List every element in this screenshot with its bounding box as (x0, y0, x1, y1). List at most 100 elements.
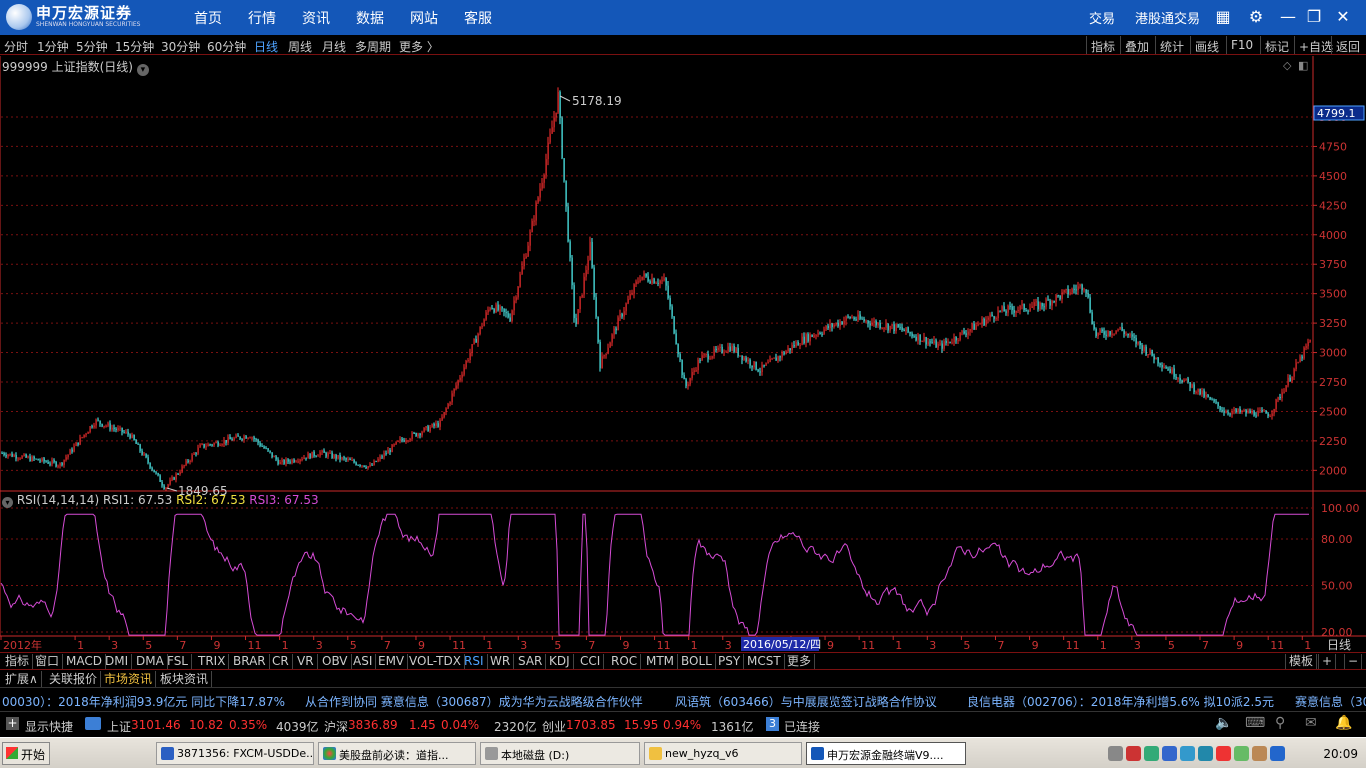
tray-icon[interactable] (1252, 746, 1267, 761)
indicator-tab-mtm[interactable]: MTM (643, 654, 679, 669)
indicator-tab-obv[interactable]: OBV (319, 654, 352, 669)
chart-mini-icon[interactable] (85, 717, 101, 730)
task-terminal[interactable]: 申万宏源金融终端V9.... (806, 742, 966, 765)
indicator-tab--[interactable]: 更多 (784, 654, 816, 669)
indicator-tab-macd[interactable]: MACD (63, 654, 106, 669)
indicator-tab-vol-tdx[interactable]: VOL-TDX (406, 654, 465, 669)
tool-stats[interactable]: 统计 (1155, 36, 1188, 54)
gear-icon[interactable]: ⚙ (1245, 6, 1267, 28)
news-item[interactable]: 良信电器（002706）：2018年净利增5.6% 拟10派2.5元 (967, 693, 1274, 710)
period-30min[interactable]: 30分钟 (161, 38, 200, 55)
indicator-tab-rsi[interactable]: RSI (461, 654, 488, 669)
bell-icon[interactable]: 🔔 (1335, 715, 1352, 731)
tray-icon[interactable] (1162, 746, 1177, 761)
nav-home[interactable]: 首页 (194, 8, 222, 28)
remove-window-button[interactable]: − (1344, 654, 1363, 669)
speaker-icon[interactable]: 🔈 (1215, 715, 1232, 731)
hk-connect-link[interactable]: 港股通交易 (1135, 8, 1200, 27)
add-window-button[interactable]: + (1318, 654, 1337, 669)
keyboard-icon[interactable]: ⌨ (1245, 715, 1265, 731)
indicator-tab-trix[interactable]: TRIX (195, 654, 230, 669)
tray-icon[interactable] (1216, 746, 1231, 761)
indicator-tab--[interactable]: 指标 (2, 654, 34, 669)
news-item[interactable]: 赛意信息（30 (1295, 693, 1366, 710)
indicator-tab-psy[interactable]: PSY (715, 654, 745, 669)
search-icon[interactable]: ⚲ (1275, 715, 1285, 731)
indicator-tab-roc[interactable]: ROC (608, 654, 642, 669)
nav-data[interactable]: 数据 (356, 8, 384, 28)
indicator-tab-brar[interactable]: BRAR (230, 654, 270, 669)
indicator-tab-cr[interactable]: CR (269, 654, 293, 669)
period-more[interactable]: 更多 〉 (399, 38, 439, 55)
message-icon[interactable]: ✉ (1305, 715, 1317, 731)
indicator-tab-kdj[interactable]: KDJ (546, 654, 574, 669)
indicator-tab-fsl[interactable]: FSL (164, 654, 192, 669)
period-5min[interactable]: 5分钟 (76, 38, 108, 55)
period-1min[interactable]: 1分钟 (37, 38, 69, 55)
task-fxcm[interactable]: 3871356: FXCM-USDDe... (156, 742, 314, 765)
show-shortcut-button[interactable]: 显示快捷 (25, 718, 73, 735)
period-15min[interactable]: 15分钟 (115, 38, 154, 55)
plus-icon[interactable]: + (6, 717, 19, 730)
task-folder[interactable]: new_hyzq_v6 (644, 742, 802, 765)
tool-back[interactable]: 返回 (1331, 36, 1364, 54)
period-multi[interactable]: 多周期 (355, 38, 391, 55)
indicator-tab--[interactable]: 窗口 (32, 654, 64, 669)
minimize-icon[interactable]: — (1277, 6, 1299, 28)
panel-toggle-icon[interactable]: ◧ (1298, 59, 1308, 72)
tool-draw[interactable]: 画线 (1190, 36, 1223, 54)
tab-related-quotes[interactable]: 关联报价 (46, 671, 102, 687)
period-daily[interactable]: 日线 (254, 38, 278, 55)
indicator-tab-dma[interactable]: DMA (133, 654, 168, 669)
nav-website[interactable]: 网站 (410, 8, 438, 28)
tool-f10[interactable]: F10 (1226, 36, 1257, 54)
tool-mark[interactable]: 标记 (1260, 36, 1293, 54)
template-button[interactable]: 模板 (1285, 654, 1318, 669)
candle-body (1093, 324, 1095, 329)
tray-icon[interactable] (1234, 746, 1249, 761)
price-chart[interactable]: 2000 2250 2500 2750 3000 3250 3500 3750 4000 4250… (0, 56, 1366, 652)
indicator-tab-cci[interactable]: CCI (577, 654, 605, 669)
task-browser[interactable]: 美股盘前必读：道指... (318, 742, 476, 765)
chart-area[interactable]: 2000 2250 2500 2750 3000 3250 3500 3750 4000 4250… (0, 56, 1366, 652)
indicator-tab-asi[interactable]: ASI (350, 654, 377, 669)
indicator-tab-mcst[interactable]: MCST (744, 654, 785, 669)
restore-icon[interactable]: ❐ (1303, 6, 1325, 28)
tray-icon[interactable] (1198, 746, 1213, 761)
diamond-icon[interactable]: ◇ (1283, 59, 1292, 72)
indicator-tab-emv[interactable]: EMV (375, 654, 409, 669)
tool-overlay[interactable]: 叠加 (1120, 36, 1153, 54)
start-button[interactable]: 开始 (2, 742, 50, 765)
tray-icon[interactable] (1180, 746, 1195, 761)
period-monthly[interactable]: 月线 (322, 38, 346, 55)
tray-icon[interactable] (1144, 746, 1159, 761)
tab-expand[interactable]: 扩展∧ (2, 671, 42, 687)
news-item[interactable]: 从合作到协同 赛意信息（300687）成为华为云战略级合作伙伴 (305, 693, 643, 710)
news-item[interactable]: 风语筑（603466）与中展展览签订战略合作协议 (675, 693, 937, 710)
period-intraday[interactable]: 分时 (4, 38, 28, 55)
keyboard-icon[interactable] (1108, 746, 1123, 761)
tool-indicator[interactable]: 指标 (1086, 36, 1119, 54)
bluetooth-icon[interactable] (1270, 746, 1285, 761)
indicator-tab-dmi[interactable]: DMI (102, 654, 133, 669)
trade-link[interactable]: 交易 (1089, 8, 1115, 27)
indicator-tab-wr[interactable]: WR (487, 654, 515, 669)
period-weekly[interactable]: 周线 (288, 38, 312, 55)
grid-icon[interactable]: ▦ (1212, 6, 1234, 28)
nav-news[interactable]: 资讯 (302, 8, 330, 28)
candle-body (1171, 368, 1173, 373)
news-item[interactable]: 00030）：2018年净利润93.9亿元 同比下降17.87% (2, 693, 285, 710)
indicator-tab-sar[interactable]: SAR (515, 654, 547, 669)
nav-service[interactable]: 客服 (464, 8, 492, 28)
indicator-tab-vr[interactable]: VR (294, 654, 318, 669)
close-icon[interactable]: ✕ (1332, 6, 1354, 28)
task-local-disk[interactable]: 本地磁盘 (D:) (480, 742, 640, 765)
nav-quotes[interactable]: 行情 (248, 8, 276, 28)
indicator-tab-boll[interactable]: BOLL (678, 654, 716, 669)
tray-icon[interactable] (1126, 746, 1141, 761)
chevron-down-icon[interactable]: ▾ (2, 497, 13, 508)
chevron-down-icon[interactable]: ▾ (136, 64, 149, 76)
period-60min[interactable]: 60分钟 (207, 38, 246, 55)
tab-sector-news[interactable]: 板块资讯 (157, 671, 213, 687)
tab-market-news[interactable]: 市场资讯 (101, 671, 157, 687)
